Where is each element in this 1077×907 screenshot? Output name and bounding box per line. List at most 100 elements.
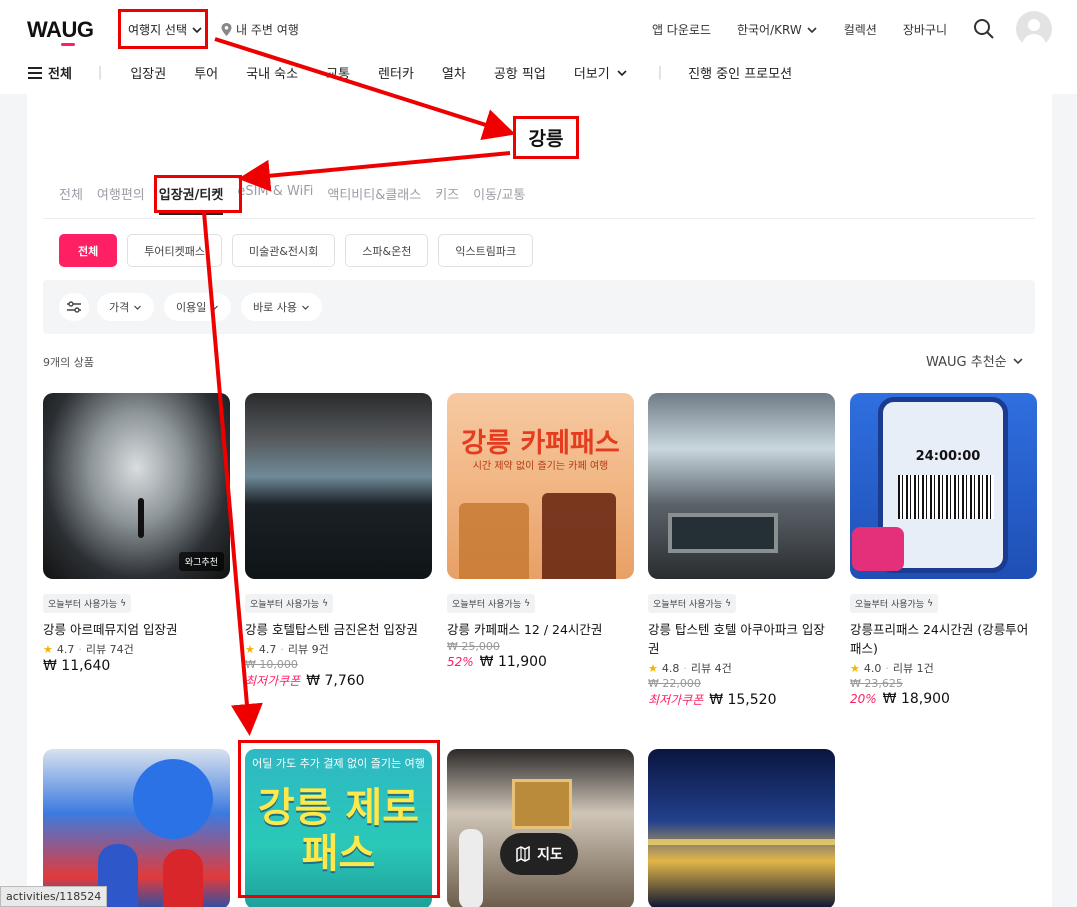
nav-more-menu[interactable]: 더보기 <box>574 63 628 82</box>
app-download-link[interactable]: 앱 다운로드 <box>652 21 711 38</box>
image-title: 강릉 제로패스 <box>257 785 420 877</box>
user-avatar[interactable] <box>1016 11 1052 47</box>
review-count: 리뷰 1건 <box>892 662 934 675</box>
nav-all-menu[interactable]: 전체 <box>28 63 72 82</box>
rating: ★ 4.7 · 리뷰 9건 <box>245 641 432 657</box>
chip-museum-exhibition[interactable]: 미술관&전시회 <box>231 234 336 267</box>
price-value: ₩ 7,760 <box>306 672 365 689</box>
logo-accent <box>61 43 75 46</box>
nav-item-tours[interactable]: 투어 <box>194 63 218 82</box>
product-card[interactable] <box>447 749 634 907</box>
product-image[interactable]: 와그추천 <box>43 393 230 579</box>
nav-all-label: 전체 <box>48 67 72 82</box>
availability-badge: 오늘부터 사용가능 ϟ <box>245 594 334 613</box>
rating: ★ 4.7 · 리뷰 74건 <box>43 641 230 657</box>
product-image[interactable] <box>245 393 432 579</box>
product-image[interactable]: 24:00:00 <box>850 393 1037 579</box>
image-timer: 24:00:00 <box>915 449 981 464</box>
image-title: 강릉 카페패스 <box>461 428 620 459</box>
nearby-travel-link[interactable]: 내 주변 여행 <box>221 21 299 38</box>
person-silhouette <box>138 498 144 538</box>
coupon-label: 최저가쿠폰 <box>648 693 704 707</box>
map-button-label: 지도 <box>537 847 563 863</box>
tab-activity-class[interactable]: 액티비티&클래스 <box>327 184 421 215</box>
product-image[interactable] <box>447 749 634 907</box>
nav-item-transport[interactable]: 교통 <box>326 63 350 82</box>
date-filter-label: 이용일 <box>176 301 207 314</box>
search-icon[interactable] <box>973 18 995 40</box>
tab-tickets[interactable]: 입장권/티켓 <box>158 184 224 215</box>
tab-kids[interactable]: 키즈 <box>435 184 459 215</box>
dot-separator: · <box>280 642 284 656</box>
product-count: 9개의 상품 <box>43 356 94 369</box>
chevron-down-icon <box>617 69 627 76</box>
price: 최저가쿠폰 ₩ 7,760 <box>245 672 432 689</box>
nav-item-train[interactable]: 열차 <box>442 63 466 82</box>
price: ₩ 11,640 <box>43 658 230 674</box>
price-filter[interactable]: 가격 <box>97 293 155 321</box>
map-icon <box>516 846 530 862</box>
latte-glass <box>459 503 529 579</box>
tab-travel-convenience[interactable]: 여행편의 <box>97 184 145 215</box>
sort-select[interactable]: WAUG 추천순 <box>926 351 1024 370</box>
chip-tour-ticket-pass[interactable]: 투어티켓패스 <box>127 234 222 267</box>
filter-settings-button[interactable] <box>59 293 89 321</box>
product-card[interactable]: 어딜 가도 추가 결제 없이 즐기는 여행 강릉 제로패스 <box>245 749 432 907</box>
collection-link[interactable]: 컬렉션 <box>844 21 877 38</box>
original-price: ₩ 25,000 <box>447 640 500 653</box>
lightning-icon: ϟ <box>120 598 127 609</box>
product-image[interactable] <box>648 393 835 579</box>
recommend-badge: 와그추천 <box>178 552 224 571</box>
rating: ★ 4.8 · 리뷰 4건 <box>648 660 835 676</box>
star-icon: ★ <box>245 642 255 656</box>
product-name: 강릉 호텔탑스텐 금진온천 입장권 <box>245 622 418 637</box>
product-image[interactable] <box>648 749 835 907</box>
chip-spa-hotspring[interactable]: 스파&온천 <box>345 234 429 267</box>
destination-select[interactable]: 여행지 선택 <box>128 21 203 38</box>
destination-select-label: 여행지 선택 <box>128 23 188 37</box>
review-count: 리뷰 4건 <box>690 662 732 675</box>
lightning-icon: ϟ <box>927 598 934 609</box>
product-card[interactable]: 와그추천 오늘부터 사용가능 ϟ 강릉 아르떼뮤지엄 입장권 ★ 4.7 · 리뷰 74… <box>43 393 230 674</box>
product-image[interactable]: 어딜 가도 추가 결제 없이 즐기는 여행 강릉 제로패스 <box>245 749 432 907</box>
price: 52% ₩ 11,900 <box>447 654 634 670</box>
nav-item-tickets[interactable]: 입장권 <box>130 63 166 82</box>
chip-all[interactable]: 전체 <box>59 234 118 267</box>
product-image[interactable] <box>43 749 230 907</box>
nav-item-domestic-stay[interactable]: 국내 숙소 <box>246 63 298 82</box>
chevron-down-icon <box>302 305 309 310</box>
tab-transport[interactable]: 이동/교통 <box>473 184 525 215</box>
product-image[interactable]: 강릉 카페패스 시간 제약 없이 즐기는 카페 여행 <box>447 393 634 579</box>
product-card[interactable]: 오늘부터 사용가능 ϟ 강릉 탑스텐 호텔 아쿠아파크 입장권 ★ 4.8 · 리뷰 4… <box>648 393 835 708</box>
instant-use-filter[interactable]: 바로 사용 <box>241 293 322 321</box>
product-name: 강릉프리패스 24시간권 (강릉투어패스) <box>850 622 1029 656</box>
balloon-sculpture <box>133 759 213 839</box>
product-card[interactable] <box>648 749 835 907</box>
tab-esim-wifi[interactable]: eSIM & WiFi <box>237 184 313 215</box>
dot-separator: · <box>78 642 82 656</box>
cart-link[interactable]: 장바구니 <box>903 21 947 38</box>
nav-item-rentcar[interactable]: 렌터카 <box>378 63 414 82</box>
nav-promotion-link[interactable]: 진행 중인 프로모션 <box>688 63 792 82</box>
product-card[interactable]: 24:00:00 오늘부터 사용가능 ϟ 강릉프리패스 24시간권 (강릉투어패스… <box>850 393 1037 707</box>
nav-item-airport-pickup[interactable]: 공항 픽업 <box>494 63 546 82</box>
availability-badge: 오늘부터 사용가능 ϟ <box>43 594 132 613</box>
waug-logo[interactable]: WAUG <box>27 17 94 46</box>
map-button[interactable]: 지도 <box>500 833 578 875</box>
product-card[interactable] <box>43 749 230 907</box>
rating-value: 4.0 <box>863 661 882 675</box>
chip-extreme-park[interactable]: 익스트림파크 <box>438 234 534 267</box>
date-filter[interactable]: 이용일 <box>164 293 232 321</box>
product-card[interactable]: 오늘부터 사용가능 ϟ 강릉 호텔탑스텐 금진온천 입장권 ★ 4.7 · 리뷰 9건 … <box>245 393 432 689</box>
chevron-down-icon <box>807 26 817 33</box>
language-currency-select[interactable]: 한국어/KRW <box>737 21 818 38</box>
price: 20% ₩ 18,900 <box>850 691 1037 707</box>
product-card[interactable]: 강릉 카페패스 시간 제약 없이 즐기는 카페 여행 오늘부터 사용가능 ϟ 강릉… <box>447 393 634 670</box>
availability-badge: 오늘부터 사용가능 ϟ <box>648 594 737 613</box>
lightning-icon: ϟ <box>322 598 329 609</box>
availability-badge: 오늘부터 사용가능 ϟ <box>447 594 536 613</box>
tab-all[interactable]: 전체 <box>59 184 83 215</box>
original-price: ₩ 23,625 <box>850 677 903 690</box>
logo-text: WAUG <box>27 17 94 42</box>
availability-text: 오늘부터 사용가능 <box>250 600 320 610</box>
